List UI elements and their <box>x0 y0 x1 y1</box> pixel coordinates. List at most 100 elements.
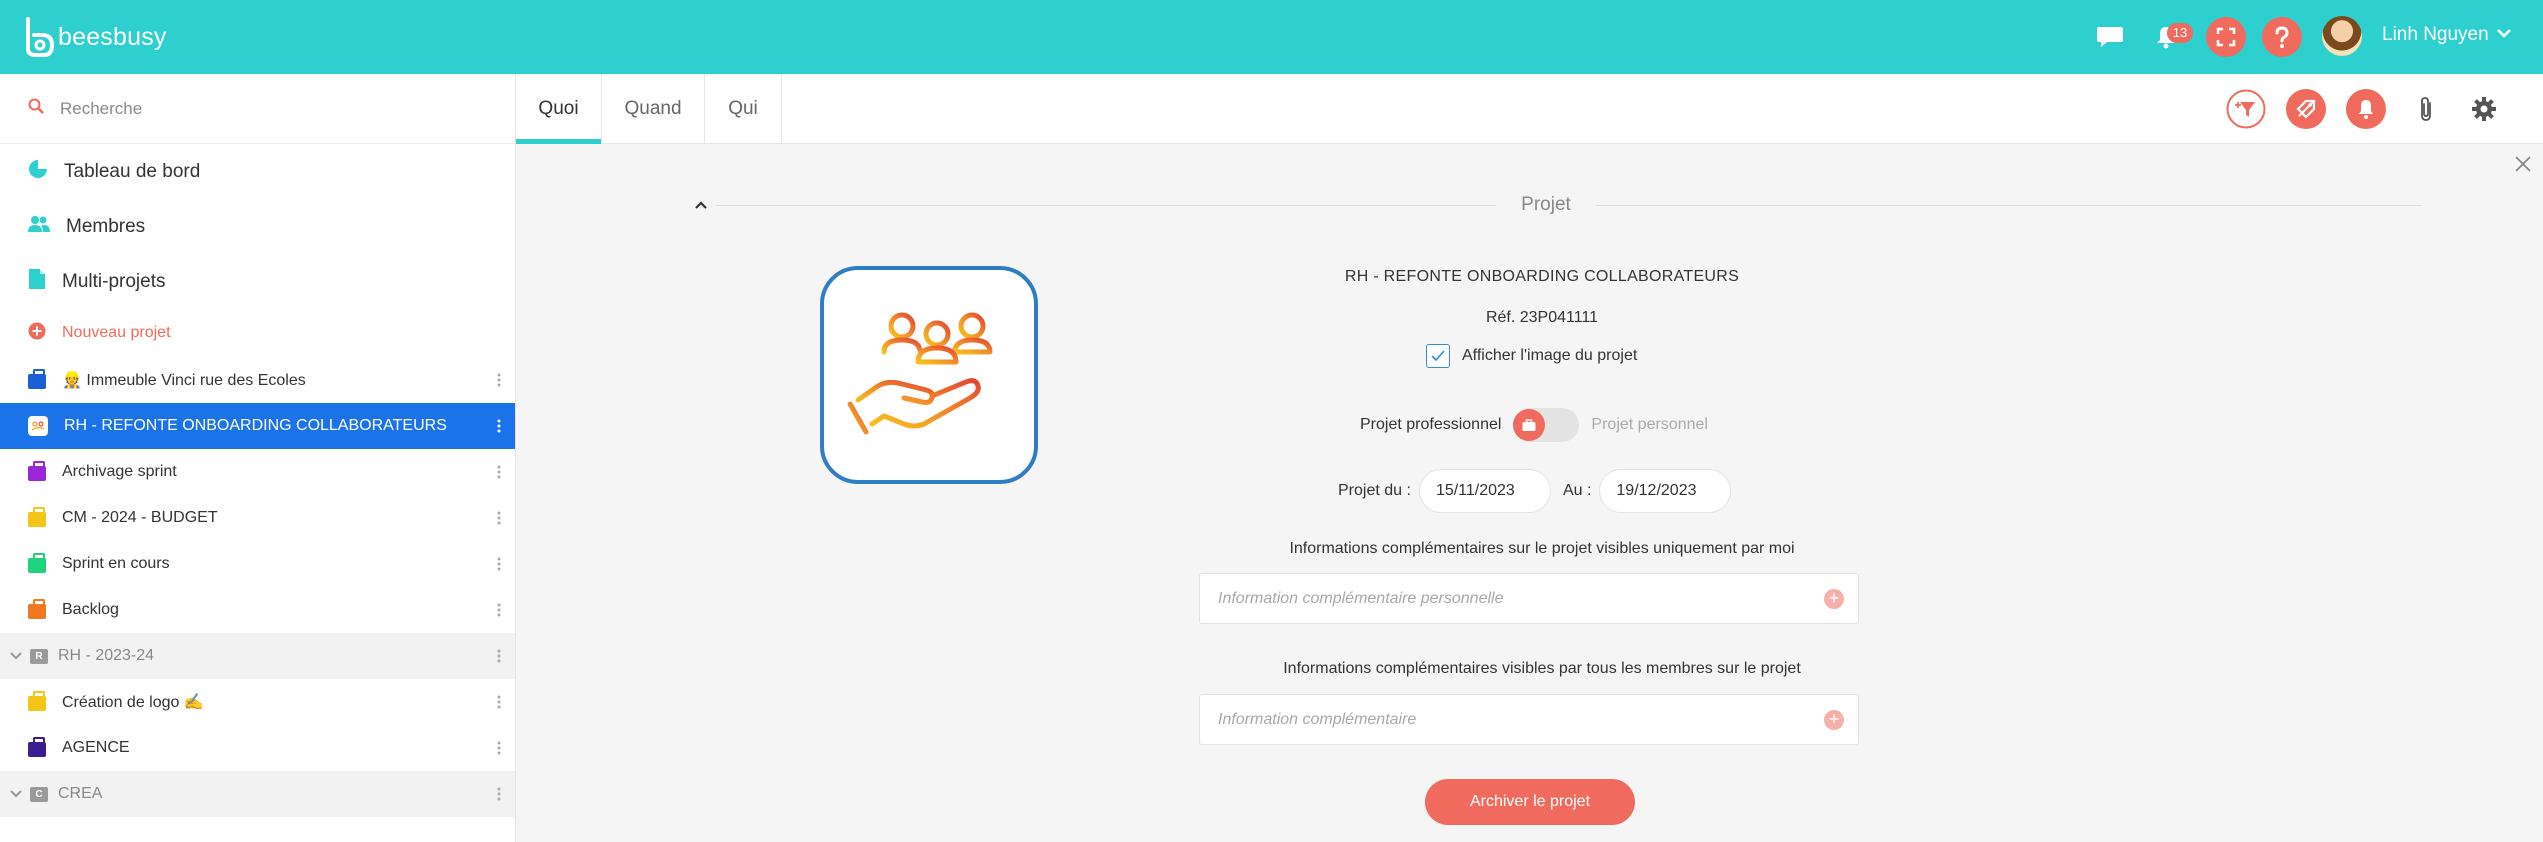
sidebar-item-dashboard[interactable]: Tableau de bord <box>0 144 515 199</box>
archive-project-button[interactable]: Archiver le projet <box>1425 779 1635 825</box>
sidebar-item-multiprojects[interactable]: Multi-projets <box>0 254 515 309</box>
more-options-icon[interactable] <box>491 357 507 403</box>
chevron-up-icon[interactable] <box>694 197 708 215</box>
dashboard-icon <box>28 159 48 185</box>
project-label: CM - 2024 - BUDGET <box>62 509 218 526</box>
more-options-icon[interactable] <box>491 587 507 633</box>
show-image-checkbox-row[interactable]: Afficher l'image du projet <box>1426 344 1637 368</box>
briefcase-icon <box>28 552 46 573</box>
members-icon <box>28 215 50 239</box>
sidebar: Tableau de bord Membres Multi-projets No… <box>0 74 516 842</box>
project-dates-row: Projet du : 15/11/2023 Au : 19/12/2023 <box>1338 469 1732 513</box>
project-type-switch[interactable] <box>1513 408 1580 442</box>
project-label: AGENCE <box>62 739 130 756</box>
show-image-checkbox[interactable] <box>1426 344 1450 368</box>
sidebar-project-item[interactable]: Création de logo ✍️ <box>0 679 515 725</box>
more-options-icon[interactable] <box>491 633 507 679</box>
sidebar-project-item[interactable]: 👷 Immeuble Vinci rue des Ecoles <box>0 357 515 403</box>
more-options-icon[interactable] <box>491 449 507 495</box>
notification-badge: 13 <box>2167 23 2193 43</box>
tab-quand[interactable]: Quand <box>602 74 705 144</box>
sidebar-project-item[interactable]: Backlog <box>0 587 515 633</box>
project-label: Archivage sprint <box>62 463 177 480</box>
search-bar <box>0 74 515 144</box>
group-label: CREA <box>58 785 103 802</box>
close-icon[interactable] <box>2515 156 2531 177</box>
logo-text: beesbusy <box>58 22 167 51</box>
public-info-input[interactable] <box>1200 695 1790 744</box>
logo-icon <box>26 17 54 57</box>
tab-quoi[interactable]: Quoi <box>516 74 602 144</box>
project-detail-panel: Projet RH - REFONTE ONBOARDING COLLABORA… <box>516 144 2543 842</box>
search-icon <box>28 98 44 119</box>
more-options-icon[interactable] <box>491 403 507 449</box>
more-options-icon[interactable] <box>491 771 507 817</box>
tab-label: Quand <box>624 98 682 119</box>
more-options-icon[interactable] <box>491 541 507 587</box>
more-options-icon[interactable] <box>491 495 507 541</box>
user-name[interactable]: Linh Nguyen <box>2382 24 2489 46</box>
private-info-input[interactable] <box>1200 574 1790 623</box>
end-date-input[interactable]: 19/12/2023 <box>1599 469 1732 513</box>
section-title: Projet <box>1521 194 1571 215</box>
plus-circle-icon <box>28 322 46 345</box>
chevron-down-icon[interactable] <box>2496 26 2512 44</box>
tab-qui[interactable]: Qui <box>705 74 782 144</box>
add-filter-icon[interactable] <box>2226 89 2266 129</box>
alert-icon[interactable] <box>2346 89 2386 129</box>
sidebar-project-item[interactable]: Sprint en cours <box>0 541 515 587</box>
sidebar-item-label: Multi-projets <box>62 270 166 292</box>
professional-label[interactable]: Projet professionnel <box>1360 416 1501 434</box>
chat-icon[interactable] <box>2090 17 2130 57</box>
section-divider <box>1596 205 2421 206</box>
sidebar-project-item[interactable]: AGENCE <box>0 725 515 771</box>
plus-circle-icon[interactable]: + <box>1824 710 1844 730</box>
briefcase-icon <box>28 460 46 481</box>
project-image[interactable] <box>820 266 1038 484</box>
public-info-label: Informations complémentaires visibles pa… <box>1283 660 1801 677</box>
project-label: Backlog <box>62 601 119 618</box>
tabs-bar: Quoi Quand Qui <box>516 74 2543 144</box>
tab-label: Qui <box>728 98 758 119</box>
sidebar-project-item-active[interactable]: RH - REFONTE ONBOARDING COLLABORATEURS <box>0 403 515 449</box>
private-info-label: Informations complémentaires sur le proj… <box>1289 540 1795 557</box>
project-title: RH - REFONTE ONBOARDING COLLABORATEURS <box>1344 268 1740 285</box>
plus-circle-icon[interactable]: + <box>1824 589 1844 609</box>
start-date-label: Projet du : <box>1338 482 1411 499</box>
sidebar-project-item[interactable]: CM - 2024 - BUDGET <box>0 495 515 541</box>
briefcase-icon <box>28 598 46 619</box>
fullscreen-icon[interactable] <box>2206 17 2246 57</box>
section-divider <box>716 205 1496 206</box>
more-options-icon[interactable] <box>491 679 507 725</box>
chevron-down-icon[interactable] <box>10 647 22 665</box>
briefcase-icon <box>28 690 46 711</box>
avatar[interactable] <box>2322 16 2362 56</box>
settings-icon[interactable] <box>2464 89 2504 129</box>
public-info-field: + <box>1199 694 1859 745</box>
sidebar-item-members[interactable]: Membres <box>0 199 515 254</box>
new-project-button[interactable]: Nouveau projet <box>0 309 515 357</box>
sidebar-project-item[interactable]: Archivage sprint <box>0 449 515 495</box>
personal-label[interactable]: Projet personnel <box>1591 416 1708 434</box>
project-label: Sprint en cours <box>62 555 170 572</box>
project-label: RH - REFONTE ONBOARDING COLLABORATEURS <box>64 417 447 434</box>
project-reference: Réf. 23P041111 <box>1485 309 1599 326</box>
sidebar-project-group[interactable]: C CREA <box>0 771 515 817</box>
attachment-icon[interactable] <box>2406 89 2446 129</box>
search-input[interactable] <box>60 98 460 119</box>
more-options-icon[interactable] <box>491 725 507 771</box>
sidebar-item-label: Membres <box>66 215 146 237</box>
checkmark-icon <box>1431 350 1445 362</box>
help-icon[interactable] <box>2262 17 2302 57</box>
top-bar: beesbusy 13 Linh Nguyen <box>0 0 2543 74</box>
briefcase-icon <box>1522 419 1536 431</box>
project-type-toggle-row: Projet professionnel Projet personnel <box>1360 408 1708 442</box>
chevron-down-icon[interactable] <box>10 785 22 803</box>
tag-icon[interactable] <box>2286 89 2326 129</box>
app-logo[interactable]: beesbusy <box>24 16 167 58</box>
start-date-input[interactable]: 15/11/2023 <box>1418 469 1551 513</box>
private-info-field: + <box>1199 573 1859 624</box>
switch-knob <box>1513 409 1546 441</box>
sidebar-project-group[interactable]: R RH - 2023-24 <box>0 633 515 679</box>
show-image-label: Afficher l'image du projet <box>1462 347 1638 364</box>
